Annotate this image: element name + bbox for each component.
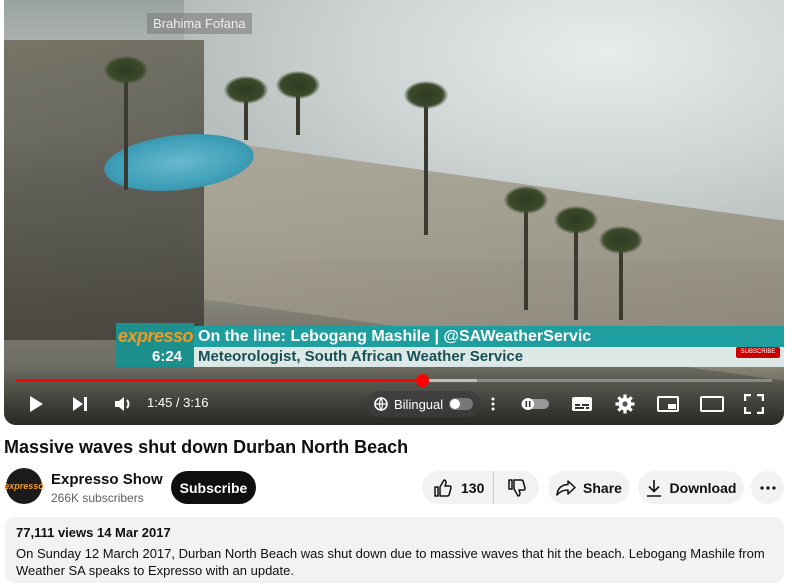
lower-third-line2: Meteorologist, South African Weather Ser…: [194, 347, 784, 367]
palm-tree: [104, 56, 148, 190]
palm-tree: [599, 226, 643, 320]
fullscreen-icon: [744, 394, 764, 414]
video-watermark: Brahima Fofana: [147, 13, 252, 34]
progress-bar[interactable]: [16, 374, 772, 387]
share-label: Share: [583, 479, 622, 496]
play-icon: [30, 396, 43, 412]
palm-tree: [554, 206, 598, 320]
share-button[interactable]: Share: [548, 471, 630, 504]
thumbs-up-icon: [434, 478, 452, 497]
thumbs-down-icon: [507, 478, 526, 497]
palm-tree: [276, 71, 320, 135]
progress-scrubber[interactable]: [415, 374, 429, 387]
subtitles-icon: [572, 397, 592, 411]
play-button[interactable]: [24, 392, 48, 416]
translate-icon: [374, 397, 388, 411]
more-options-button[interactable]: [484, 392, 502, 416]
miniplayer-icon: [657, 396, 679, 412]
volume-button[interactable]: [111, 392, 137, 416]
palm-tree: [404, 81, 448, 235]
bilingual-label: Bilingual: [394, 396, 444, 412]
lower-third-time: 6:24: [152, 348, 183, 365]
volume-icon: [115, 397, 130, 411]
video-player[interactable]: Brahima Fofana expresso 6:24 On the line…: [4, 0, 784, 425]
lower-third-brand: expresso: [118, 326, 194, 346]
next-icon: [73, 397, 87, 411]
like-dislike-group: 130: [422, 471, 539, 504]
dislike-button[interactable]: [494, 471, 539, 504]
description-box[interactable]: 77,111 views 14 Mar 2017 On Sunday 12 Ma…: [5, 517, 784, 583]
more-vert-icon: [491, 397, 495, 411]
channel-name[interactable]: Expresso Show: [51, 471, 163, 488]
time-display: 1:45 / 3:16: [147, 395, 209, 410]
settings-icon: [615, 394, 635, 414]
palm-tree: [224, 76, 268, 140]
description-text: On Sunday 12 March 2017, Durban North Be…: [16, 546, 765, 578]
lower-third-line1: On the line: Lebogang Mashile | @SAWeath…: [194, 326, 784, 347]
video-title: Massive waves shut down Durban North Bea…: [4, 437, 409, 457]
bilingual-switch[interactable]: [449, 398, 474, 410]
bilingual-audio-toggle[interactable]: Bilingual: [366, 391, 482, 417]
like-count: 130: [461, 479, 485, 496]
more-horiz-icon: [759, 485, 776, 490]
miniplayer-button[interactable]: [656, 392, 680, 416]
next-button[interactable]: [68, 392, 92, 416]
subscribe-watermark-badge[interactable]: SUBSCRIBE: [736, 347, 780, 358]
theater-icon: [700, 396, 724, 412]
lower-third-logo: expresso 6:24: [116, 323, 194, 368]
lower-third: expresso 6:24 On the line: Lebogang Mash…: [116, 323, 784, 368]
autoplay-toggle[interactable]: [520, 392, 550, 416]
theater-mode-button[interactable]: [699, 392, 725, 416]
more-actions-button[interactable]: [751, 471, 784, 504]
subscriber-count: 266K subscribers: [51, 491, 144, 505]
subtitles-button[interactable]: [570, 392, 594, 416]
channel-avatar-text: expresso: [4, 481, 44, 491]
subscribe-button[interactable]: Subscribe: [171, 471, 256, 504]
fullscreen-button[interactable]: [742, 392, 766, 416]
download-button[interactable]: Download: [638, 471, 744, 504]
palm-tree: [504, 186, 548, 310]
share-icon: [556, 479, 576, 496]
views-and-date: 77,111 views 14 Mar 2017: [16, 525, 171, 540]
settings-button[interactable]: [613, 392, 637, 416]
progress-played: [16, 379, 422, 382]
download-label: Download: [669, 479, 737, 496]
channel-avatar[interactable]: expresso: [4, 468, 44, 504]
download-icon: [646, 479, 661, 497]
like-button[interactable]: 130: [422, 471, 494, 504]
autoplay-icon: [521, 398, 549, 410]
